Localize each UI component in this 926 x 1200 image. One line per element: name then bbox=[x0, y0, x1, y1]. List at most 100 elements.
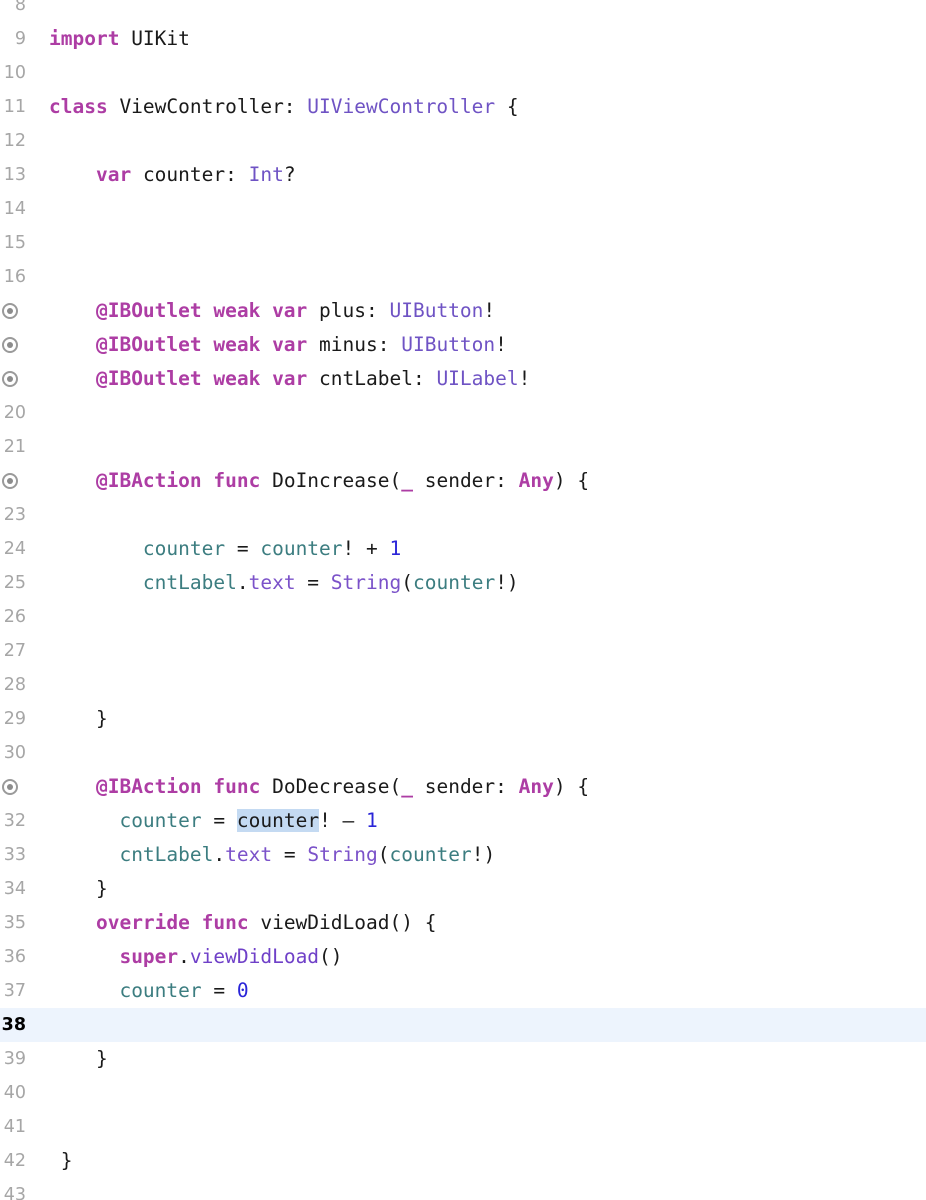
code-text[interactable]: @IBOutlet weak var plus: UIButton! bbox=[49, 294, 495, 328]
code-line[interactable]: 27 bbox=[0, 634, 926, 668]
line-number: 21 bbox=[3, 437, 26, 457]
code-line[interactable]: 32 counter = counter! – 1 bbox=[0, 804, 926, 838]
code-line[interactable]: 28 bbox=[0, 668, 926, 702]
code-token: !) bbox=[495, 571, 519, 594]
line-number: 27 bbox=[3, 641, 26, 661]
code-line[interactable]: 20 bbox=[0, 396, 926, 430]
line-number: 40 bbox=[3, 1083, 26, 1103]
line-number: 10 bbox=[3, 63, 26, 83]
gutter-connection-marker bbox=[0, 464, 26, 498]
code-text[interactable]: @IBAction func DoIncrease(_ sender: Any)… bbox=[49, 464, 589, 498]
code-token: cntLabel bbox=[119, 843, 214, 866]
code-token: = bbox=[201, 979, 237, 1002]
code-text[interactable]: @IBOutlet weak var cntLabel: UILabel! bbox=[49, 362, 530, 396]
code-line[interactable]: 15 bbox=[0, 226, 926, 260]
interface-builder-connection-icon[interactable] bbox=[2, 473, 18, 489]
code-text[interactable]: @IBAction func DoDecrease(_ sender: Any)… bbox=[49, 770, 589, 804]
code-token: counter bbox=[119, 979, 202, 1002]
code-line[interactable]: 23 bbox=[0, 498, 926, 532]
code-line[interactable]: 41 bbox=[0, 1110, 926, 1144]
line-number: 35 bbox=[3, 913, 26, 933]
line-number: 36 bbox=[3, 947, 26, 967]
code-text[interactable]: counter = counter! – 1 bbox=[49, 804, 378, 838]
code-line[interactable]: @IBOutlet weak var cntLabel: UILabel! bbox=[0, 362, 926, 396]
code-line[interactable]: 9 import UIKit bbox=[0, 22, 926, 56]
code-line[interactable]: 40 bbox=[0, 1076, 926, 1110]
code-line[interactable]: @IBAction func DoDecrease(_ sender: Any)… bbox=[0, 770, 926, 804]
code-token: sender: bbox=[412, 469, 519, 492]
interface-builder-connection-icon[interactable] bbox=[2, 779, 18, 795]
code-line[interactable]: @IBOutlet weak var plus: UIButton! bbox=[0, 294, 926, 328]
code-line[interactable]: 35 override func viewDidLoad() { bbox=[0, 906, 926, 940]
code-token: super bbox=[119, 945, 179, 968]
code-token: @IBOutlet weak var bbox=[95, 367, 308, 390]
code-token: UIKit bbox=[119, 27, 190, 50]
code-line[interactable]: 42 } bbox=[0, 1144, 926, 1178]
gutter-connection-marker bbox=[0, 328, 26, 362]
code-token: @IBOutlet weak var bbox=[95, 333, 308, 356]
code-token: cntLabel bbox=[142, 571, 237, 594]
code-text[interactable]: } bbox=[49, 1042, 108, 1076]
code-text[interactable]: } bbox=[49, 872, 108, 906]
code-line[interactable]: 10 bbox=[0, 56, 926, 90]
code-line[interactable]: 24 counter = counter! + 1 bbox=[0, 532, 926, 566]
code-token: . bbox=[178, 945, 190, 968]
code-token: = bbox=[201, 809, 237, 832]
code-text[interactable]: var counter: Int? bbox=[49, 158, 296, 192]
code-line[interactable]: 29 } bbox=[0, 702, 926, 736]
code-line[interactable]: 21 bbox=[0, 430, 926, 464]
code-line[interactable]: 38 bbox=[0, 1008, 926, 1042]
code-line[interactable]: 14 bbox=[0, 192, 926, 226]
code-line[interactable]: 30 bbox=[0, 736, 926, 770]
code-line[interactable]: 26 bbox=[0, 600, 926, 634]
code-line[interactable]: 13 var counter: Int? bbox=[0, 158, 926, 192]
interface-builder-connection-icon[interactable] bbox=[2, 371, 18, 387]
code-token: ! bbox=[518, 367, 531, 390]
code-token: text bbox=[225, 843, 273, 866]
code-text[interactable]: cntLabel.text = String(counter!) bbox=[49, 838, 495, 872]
code-text[interactable]: import UIKit bbox=[49, 22, 190, 56]
code-token: ( bbox=[377, 843, 390, 866]
code-token: String bbox=[307, 843, 378, 866]
line-number: 39 bbox=[3, 1049, 26, 1069]
code-line[interactable]: 33 cntLabel.text = String(counter!) bbox=[0, 838, 926, 872]
code-editor[interactable]: 8 9 import UIKit 10 11 class ViewController: … bbox=[0, 0, 926, 1200]
code-token: ? bbox=[283, 163, 296, 186]
line-number: 32 bbox=[3, 811, 26, 831]
code-line[interactable]: 43 bbox=[0, 1178, 926, 1200]
line-number: 9 bbox=[14, 29, 26, 49]
code-text[interactable]: } bbox=[49, 1144, 73, 1178]
code-token: @IBAction func bbox=[95, 775, 261, 798]
code-line[interactable]: @IBAction func DoIncrease(_ sender: Any)… bbox=[0, 464, 926, 498]
code-line[interactable]: 37 counter = 0 bbox=[0, 974, 926, 1008]
line-number: 30 bbox=[3, 743, 26, 763]
code-text[interactable]: super.viewDidLoad() bbox=[49, 940, 342, 974]
code-line[interactable]: 34 } bbox=[0, 872, 926, 906]
code-text[interactable]: class ViewController: UIViewController { bbox=[49, 90, 519, 124]
code-line[interactable]: 36 super.viewDidLoad() bbox=[0, 940, 926, 974]
code-text[interactable]: cntLabel.text = String(counter!) bbox=[49, 566, 519, 600]
line-number: 29 bbox=[3, 709, 26, 729]
code-token: = bbox=[272, 843, 308, 866]
code-text[interactable]: } bbox=[49, 702, 108, 736]
code-text[interactable]: @IBOutlet weak var minus: UIButton! bbox=[49, 328, 507, 362]
code-line[interactable]: 11 class ViewController: UIViewController… bbox=[0, 90, 926, 124]
code-text[interactable]: override func viewDidLoad() { bbox=[49, 906, 436, 940]
code-token: 0 bbox=[236, 979, 249, 1002]
code-token: ! bbox=[495, 333, 507, 356]
code-line[interactable]: @IBOutlet weak var minus: UIButton! bbox=[0, 328, 926, 362]
code-line[interactable]: 8 bbox=[0, 0, 926, 22]
code-line[interactable]: 25 cntLabel.text = String(counter!) bbox=[0, 566, 926, 600]
interface-builder-connection-icon[interactable] bbox=[2, 303, 18, 319]
code-token: Any bbox=[518, 775, 554, 798]
code-token: Any bbox=[518, 469, 554, 492]
code-line[interactable]: 39 } bbox=[0, 1042, 926, 1076]
code-line[interactable]: 16 bbox=[0, 260, 926, 294]
code-text[interactable]: counter = 0 bbox=[49, 974, 249, 1008]
code-token: @IBOutlet weak var bbox=[95, 299, 308, 322]
interface-builder-connection-icon[interactable] bbox=[2, 337, 18, 353]
code-token: } bbox=[49, 707, 108, 730]
code-text[interactable]: counter = counter! + 1 bbox=[49, 532, 401, 566]
code-line[interactable]: 12 bbox=[0, 124, 926, 158]
